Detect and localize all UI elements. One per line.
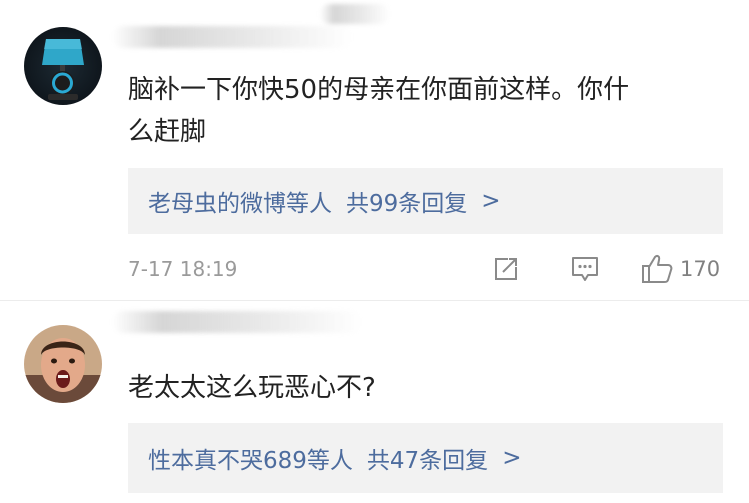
replies-link[interactable]: 老母虫的微博等人 共99条回复 > — [148, 168, 501, 234]
replies-preview[interactable]: 老母虫的微博等人 共99条回复 > — [128, 168, 723, 234]
blurred-username — [112, 26, 352, 48]
like-count: 170 — [680, 257, 721, 281]
comment-text-line: 脑补一下你快50的母亲在你面前这样。你什 — [128, 75, 630, 105]
chevron-right-icon: > — [481, 188, 501, 214]
reply-count: 共47条回复 — [366, 448, 489, 474]
blurred-username-fragment — [320, 4, 390, 24]
reply-users: 性本真不哭689等人 — [148, 448, 353, 474]
comment-item: 脑补一下你快50的母亲在你面前这样。你什 么赶脚 老母虫的微博等人 共99条回复… — [0, 0, 749, 300]
comment-text-line: 么赶脚 — [128, 117, 207, 147]
comment-meta-row: 7-17 18:19 170 — [128, 253, 723, 287]
user-avatar[interactable] — [24, 325, 102, 403]
blurred-username — [112, 311, 362, 333]
user-avatar[interactable] — [24, 27, 102, 105]
timestamp: 7-17 18:19 — [128, 257, 238, 281]
chevron-right-icon: > — [502, 445, 522, 471]
replies-link[interactable]: 性本真不哭689等人 共47条回复 > — [148, 423, 521, 493]
replies-preview[interactable]: 性本真不哭689等人 共47条回复 > — [128, 423, 723, 493]
comment-text: 老太太这么玩恶心不? — [128, 367, 718, 409]
share-icon[interactable] — [492, 255, 520, 287]
comment-text: 脑补一下你快50的母亲在你面前这样。你什 么赶脚 — [128, 69, 718, 153]
reply-users: 老母虫的微博等人 — [148, 191, 332, 217]
thumbs-up-icon[interactable] — [640, 253, 674, 289]
person-avatar-icon — [24, 325, 102, 403]
comment-item: 老太太这么玩恶心不? 性本真不哭689等人 共47条回复 > — [0, 300, 749, 503]
comment-text-line: 老太太这么玩恶心不? — [128, 373, 376, 403]
reply-count: 共99条回复 — [346, 191, 468, 217]
lamp-avatar-icon — [24, 27, 102, 105]
comment-icon[interactable] — [570, 255, 600, 287]
